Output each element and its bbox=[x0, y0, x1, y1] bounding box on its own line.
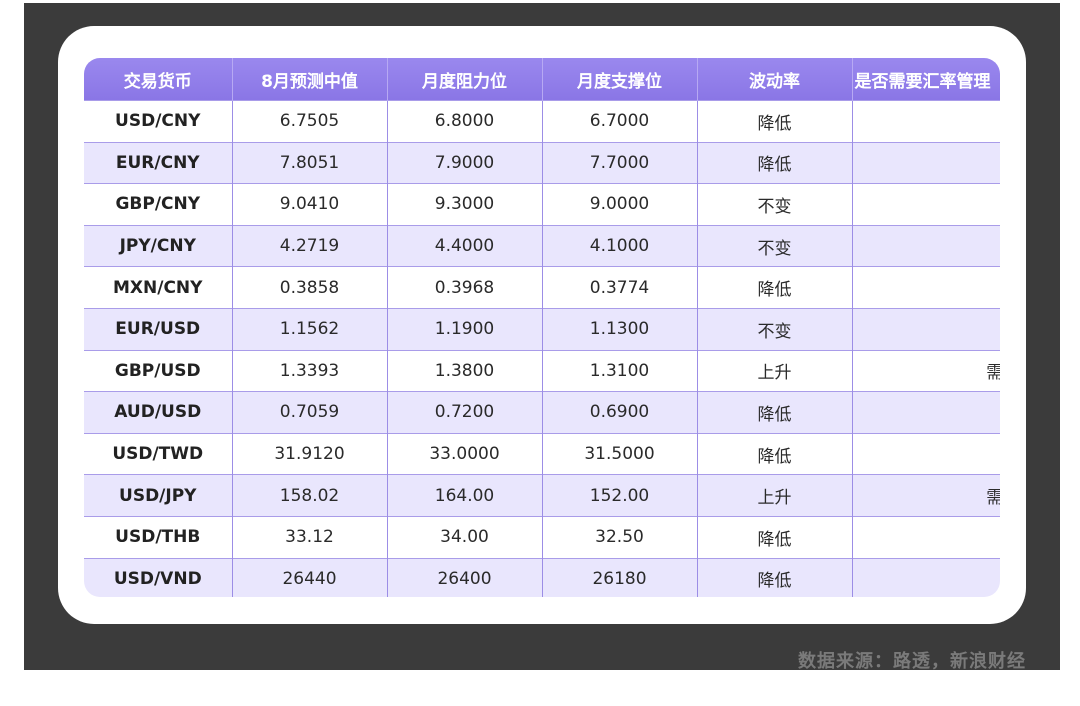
cell-support: 0.3774 bbox=[541, 266, 697, 309]
cell-forecast-mid: 9.0410 bbox=[231, 183, 387, 226]
cell-support: 9.0000 bbox=[541, 183, 697, 226]
exchange-rate-table: 交易货币 8月预测中值 月度阻力位 月度支撑位 波动率 是否需要汇率管理 USD… bbox=[84, 58, 1000, 597]
cell-fx-management: 需要 bbox=[851, 349, 1000, 392]
cell-forecast-mid: 6.7505 bbox=[231, 100, 387, 143]
cell-fx-management: - bbox=[851, 515, 1000, 559]
cell-fx-management: - bbox=[851, 224, 1000, 267]
cell-currency: EUR/USD bbox=[84, 307, 232, 351]
cell-support: 0.6900 bbox=[541, 391, 697, 434]
header-resistance: 月度阻力位 bbox=[386, 58, 542, 101]
table-row: USD/CNY6.75056.80006.7000降低- bbox=[84, 100, 1000, 143]
cell-volatility: 降低 bbox=[696, 432, 852, 475]
cell-forecast-mid: 158.02 bbox=[231, 474, 387, 517]
cell-resistance: 26400 bbox=[386, 557, 542, 597]
cell-fx-management: - bbox=[851, 100, 1000, 143]
cell-support: 6.7000 bbox=[541, 100, 697, 143]
cell-currency: MXN/CNY bbox=[84, 266, 232, 309]
table-row: MXN/CNY0.38580.39680.3774降低- bbox=[84, 266, 1000, 309]
cell-fx-management: - bbox=[851, 183, 1000, 226]
cell-fx-management: - bbox=[851, 307, 1000, 351]
table-row: GBP/CNY9.04109.30009.0000不变- bbox=[84, 183, 1000, 226]
cell-support: 1.1300 bbox=[541, 307, 697, 351]
cell-support: 7.7000 bbox=[541, 141, 697, 184]
cell-currency: GBP/USD bbox=[84, 349, 232, 392]
cell-resistance: 9.3000 bbox=[386, 183, 542, 226]
cell-fx-management: - bbox=[851, 141, 1000, 184]
cell-fx-management: - bbox=[851, 432, 1000, 475]
header-fx-management: 是否需要汇率管理 bbox=[851, 58, 1000, 101]
table-row: EUR/CNY7.80517.90007.7000降低- bbox=[84, 141, 1000, 184]
cell-volatility: 降低 bbox=[696, 266, 852, 309]
cell-currency: USD/TWD bbox=[84, 432, 232, 475]
cell-resistance: 34.00 bbox=[386, 515, 542, 559]
table-wrapper: 交易货币 8月预测中值 月度阻力位 月度支撑位 波动率 是否需要汇率管理 USD… bbox=[84, 58, 1000, 597]
cell-resistance: 6.8000 bbox=[386, 100, 542, 143]
cell-volatility: 上升 bbox=[696, 474, 852, 517]
table-row: GBP/USD1.33931.38001.3100上升需要 bbox=[84, 349, 1000, 392]
cell-fx-management: - bbox=[851, 391, 1000, 434]
cell-currency: USD/JPY bbox=[84, 474, 232, 517]
table-row: USD/TWD31.912033.000031.5000降低- bbox=[84, 432, 1000, 475]
table-row: USD/THB33.1234.0032.50降低- bbox=[84, 515, 1000, 559]
cell-forecast-mid: 0.7059 bbox=[231, 391, 387, 434]
cell-resistance: 33.0000 bbox=[386, 432, 542, 475]
table-row: EUR/USD1.15621.19001.1300不变- bbox=[84, 307, 1000, 351]
cell-forecast-mid: 26440 bbox=[231, 557, 387, 597]
cell-volatility: 不变 bbox=[696, 307, 852, 351]
header-support: 月度支撑位 bbox=[541, 58, 697, 101]
cell-fx-management: - bbox=[851, 557, 1000, 597]
cell-support: 4.1000 bbox=[541, 224, 697, 267]
cell-currency: EUR/CNY bbox=[84, 141, 232, 184]
cell-resistance: 7.9000 bbox=[386, 141, 542, 184]
cell-support: 26180 bbox=[541, 557, 697, 597]
cell-resistance: 0.3968 bbox=[386, 266, 542, 309]
cell-currency: USD/THB bbox=[84, 515, 232, 559]
table-row: JPY/CNY4.27194.40004.1000不变- bbox=[84, 224, 1000, 267]
cell-currency: USD/CNY bbox=[84, 100, 232, 143]
cell-support: 1.3100 bbox=[541, 349, 697, 392]
cell-resistance: 1.3800 bbox=[386, 349, 542, 392]
cell-volatility: 不变 bbox=[696, 224, 852, 267]
cell-support: 32.50 bbox=[541, 515, 697, 559]
cell-resistance: 164.00 bbox=[386, 474, 542, 517]
table-row: USD/JPY158.02164.00152.00上升需要 bbox=[84, 474, 1000, 517]
cell-currency: JPY/CNY bbox=[84, 224, 232, 267]
cell-resistance: 4.4000 bbox=[386, 224, 542, 267]
cell-forecast-mid: 0.3858 bbox=[231, 266, 387, 309]
cell-forecast-mid: 31.9120 bbox=[231, 432, 387, 475]
cell-fx-management: - bbox=[851, 266, 1000, 309]
cell-volatility: 降低 bbox=[696, 557, 852, 597]
cell-volatility: 上升 bbox=[696, 349, 852, 392]
cell-volatility: 降低 bbox=[696, 141, 852, 184]
header-currency: 交易货币 bbox=[84, 58, 232, 101]
table-header-row: 交易货币 8月预测中值 月度阻力位 月度支撑位 波动率 是否需要汇率管理 bbox=[84, 58, 1000, 101]
cell-volatility: 不变 bbox=[696, 183, 852, 226]
cell-volatility: 降低 bbox=[696, 515, 852, 559]
cell-forecast-mid: 33.12 bbox=[231, 515, 387, 559]
table-row: AUD/USD0.70590.72000.6900降低- bbox=[84, 391, 1000, 434]
cell-fx-management: 需要 bbox=[851, 474, 1000, 517]
cell-resistance: 0.7200 bbox=[386, 391, 542, 434]
table-row: USD/VND264402640026180降低- bbox=[84, 557, 1000, 597]
cell-forecast-mid: 7.8051 bbox=[231, 141, 387, 184]
cell-forecast-mid: 1.1562 bbox=[231, 307, 387, 351]
header-forecast-mid: 8月预测中值 bbox=[231, 58, 387, 101]
cell-currency: AUD/USD bbox=[84, 391, 232, 434]
cell-volatility: 降低 bbox=[696, 391, 852, 434]
table-card: 交易货币 8月预测中值 月度阻力位 月度支撑位 波动率 是否需要汇率管理 USD… bbox=[58, 26, 1026, 624]
cell-forecast-mid: 1.3393 bbox=[231, 349, 387, 392]
cell-support: 152.00 bbox=[541, 474, 697, 517]
cell-resistance: 1.1900 bbox=[386, 307, 542, 351]
cell-volatility: 降低 bbox=[696, 100, 852, 143]
cell-currency: USD/VND bbox=[84, 557, 232, 597]
cell-support: 31.5000 bbox=[541, 432, 697, 475]
cell-currency: GBP/CNY bbox=[84, 183, 232, 226]
data-source-note: 数据来源：路透，新浪财经 bbox=[798, 651, 1026, 672]
header-volatility: 波动率 bbox=[696, 58, 852, 101]
cell-forecast-mid: 4.2719 bbox=[231, 224, 387, 267]
